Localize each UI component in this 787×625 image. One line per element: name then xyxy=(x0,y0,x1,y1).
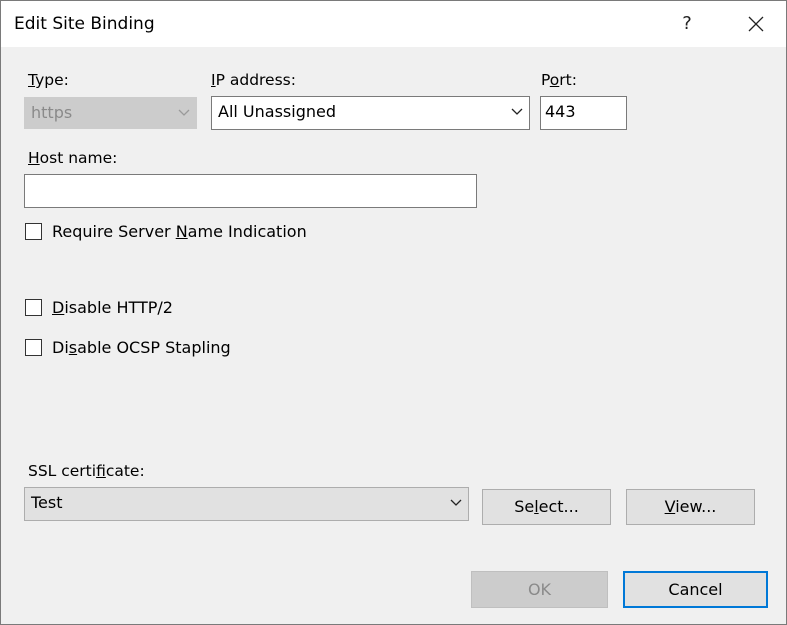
window-title: Edit Site Binding xyxy=(14,14,155,34)
ssl-certificate-label: SSL certificate: xyxy=(28,462,145,480)
port-input[interactable]: 443 xyxy=(540,96,627,130)
require-sni-checkbox[interactable]: Require Server Name Indication xyxy=(25,222,307,241)
close-button[interactable] xyxy=(739,9,773,39)
chevron-down-icon xyxy=(178,109,190,116)
host-name-label: Host name: xyxy=(28,149,118,167)
disable-ocsp-stapling-label: Disable OCSP Stapling xyxy=(52,338,231,357)
checkbox-box[interactable] xyxy=(25,299,42,316)
checkbox-box[interactable] xyxy=(25,223,42,240)
disable-http2-checkbox[interactable]: Disable HTTP/2 xyxy=(25,298,173,317)
title-bar: Edit Site Binding ? xyxy=(1,1,786,47)
chevron-down-icon xyxy=(450,499,462,506)
type-value: https xyxy=(31,103,73,122)
help-button[interactable]: ? xyxy=(671,9,703,39)
ip-address-select[interactable]: All Unassigned xyxy=(211,96,530,130)
cancel-button[interactable]: Cancel xyxy=(623,571,768,608)
ip-address-label: IP address: xyxy=(211,71,296,89)
close-icon xyxy=(748,16,764,32)
type-select[interactable]: https xyxy=(24,97,197,129)
edit-site-binding-dialog: Edit Site Binding ? Type: https IP addre… xyxy=(0,0,787,625)
port-label: Port: xyxy=(541,71,577,89)
disable-ocsp-stapling-checkbox[interactable]: Disable OCSP Stapling xyxy=(25,338,231,357)
type-label: Type: xyxy=(28,71,69,89)
help-icon: ? xyxy=(682,13,692,34)
host-name-input[interactable] xyxy=(24,174,477,208)
view-certificate-button[interactable]: View... xyxy=(626,489,755,525)
ok-button[interactable]: OK xyxy=(471,571,608,608)
ssl-certificate-value: Test xyxy=(31,493,63,512)
chevron-down-icon xyxy=(511,108,523,115)
disable-http2-label: Disable HTTP/2 xyxy=(52,298,173,317)
select-certificate-button[interactable]: Select... xyxy=(482,489,611,525)
port-value: 443 xyxy=(545,102,576,121)
require-sni-label: Require Server Name Indication xyxy=(52,222,307,241)
ip-address-value: All Unassigned xyxy=(218,102,336,121)
ssl-certificate-select[interactable]: Test xyxy=(24,487,469,521)
checkbox-box[interactable] xyxy=(25,339,42,356)
